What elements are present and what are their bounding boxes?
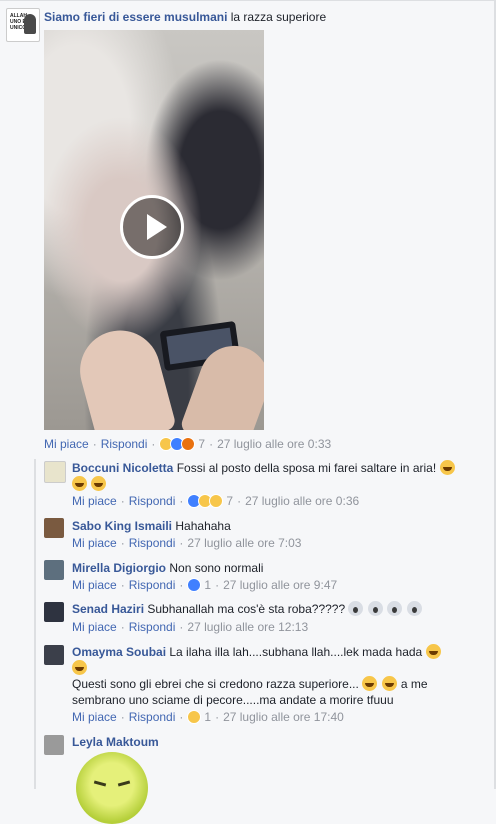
reactions-count: 7 bbox=[198, 437, 206, 451]
angry-reaction-icon bbox=[181, 437, 196, 451]
haha-reaction-icon bbox=[187, 710, 202, 724]
timestamp[interactable]: 27 luglio alle ore 0:36 bbox=[245, 494, 359, 508]
reply-actions: Mi piace · Rispondi · 27 luglio alle ore… bbox=[72, 620, 309, 634]
laughing-emoji-icon bbox=[362, 676, 378, 691]
avatar[interactable] bbox=[44, 560, 64, 580]
screaming-emoji-icon bbox=[387, 601, 403, 616]
reactions-summary[interactable] bbox=[159, 437, 196, 451]
comment-actions: Mi piace · Rispondi · 7 · 27 luglio alle… bbox=[44, 437, 332, 451]
reactions-summary[interactable] bbox=[187, 578, 202, 592]
reply-button[interactable]: Rispondi bbox=[129, 536, 176, 550]
reactions-summary[interactable] bbox=[187, 710, 202, 724]
reply-text: Subhanallah ma cos'è sta roba????? bbox=[147, 602, 346, 616]
reply-author[interactable]: Boccuni Nicoletta bbox=[72, 461, 173, 475]
laughing-emoji-icon bbox=[425, 644, 441, 659]
timestamp[interactable]: 27 luglio alle ore 7:03 bbox=[187, 536, 301, 550]
reply-button[interactable]: Rispondi bbox=[129, 578, 176, 592]
reply-actions: Mi piace · Rispondi · 1 · 27 luglio alle… bbox=[72, 710, 344, 724]
laughing-emoji-icon bbox=[91, 476, 107, 491]
sad-reaction-icon bbox=[209, 494, 224, 508]
reply-button[interactable]: Rispondi bbox=[101, 437, 148, 451]
reply-author[interactable]: Mirella Digiorgio bbox=[72, 561, 166, 575]
like-button[interactable]: Mi piace bbox=[44, 437, 89, 451]
screaming-emoji-icon bbox=[348, 601, 364, 616]
timestamp[interactable]: 27 luglio alle ore 12:13 bbox=[187, 620, 308, 634]
sticker-image bbox=[76, 752, 148, 824]
like-button[interactable]: Mi piace bbox=[72, 710, 117, 724]
reply-button[interactable]: Rispondi bbox=[129, 710, 176, 724]
top-divider bbox=[0, 0, 496, 1]
reply-button[interactable]: Rispondi bbox=[129, 494, 176, 508]
timestamp[interactable]: 27 luglio alle ore 0:33 bbox=[217, 437, 331, 451]
reactions-count: 7 bbox=[226, 494, 234, 508]
comment-author[interactable]: Siamo fieri di essere musulmani bbox=[44, 10, 227, 24]
reply-author[interactable]: Senad Haziri bbox=[72, 602, 144, 616]
reply-actions: Mi piace · Rispondi · 27 luglio alle ore… bbox=[72, 536, 302, 550]
reply-text: La ilaha illa lah....subhana llah....lek… bbox=[169, 645, 423, 659]
like-button[interactable]: Mi piace bbox=[72, 536, 117, 550]
screaming-emoji-icon bbox=[406, 601, 422, 616]
laughing-emoji-icon bbox=[72, 476, 87, 491]
reply-author[interactable]: Leyla Maktoum bbox=[72, 735, 159, 749]
like-reaction-icon bbox=[187, 578, 202, 592]
replies-thread-line bbox=[34, 459, 36, 789]
avatar[interactable] bbox=[44, 602, 64, 622]
laughing-emoji-icon bbox=[439, 460, 455, 475]
reply-text: Questi sono gli ebrei che si credono raz… bbox=[72, 677, 359, 691]
reply-text: Hahahaha bbox=[175, 519, 231, 533]
like-button[interactable]: Mi piace bbox=[72, 620, 117, 634]
play-icon[interactable] bbox=[120, 195, 184, 259]
reply-button[interactable]: Rispondi bbox=[129, 620, 176, 634]
reply-text: Fossi al posto della sposa mi farei salt… bbox=[176, 461, 437, 475]
video-player[interactable] bbox=[44, 30, 264, 430]
reactions-count: 1 bbox=[204, 710, 212, 724]
like-button[interactable]: Mi piace bbox=[72, 494, 117, 508]
avatar[interactable] bbox=[44, 518, 64, 538]
timestamp[interactable]: 27 luglio alle ore 17:40 bbox=[223, 710, 344, 724]
reply-actions: Mi piace · Rispondi · 1 · 27 luglio alle… bbox=[72, 578, 338, 592]
reactions-count: 1 bbox=[204, 578, 212, 592]
avatar[interactable] bbox=[44, 461, 66, 483]
reactions-summary[interactable] bbox=[187, 494, 224, 508]
reply-author[interactable]: Sabo King Ismaili bbox=[72, 519, 172, 533]
like-button[interactable]: Mi piace bbox=[72, 578, 117, 592]
laughing-emoji-icon bbox=[381, 676, 397, 691]
avatar[interactable]: ALLAH UNO E UNICO bbox=[6, 8, 40, 42]
reply-actions: Mi piace · Rispondi · 7 · 27 luglio alle… bbox=[72, 494, 360, 508]
screaming-emoji-icon bbox=[367, 601, 383, 616]
avatar[interactable] bbox=[44, 735, 64, 755]
comment-text: la razza superiore bbox=[230, 10, 327, 24]
reply-text: Non sono normali bbox=[169, 561, 264, 575]
timestamp[interactable]: 27 luglio alle ore 9:47 bbox=[223, 578, 337, 592]
reply-author[interactable]: Omayma Soubai bbox=[72, 645, 166, 659]
avatar[interactable] bbox=[44, 645, 64, 665]
laughing-emoji-icon bbox=[72, 660, 87, 675]
